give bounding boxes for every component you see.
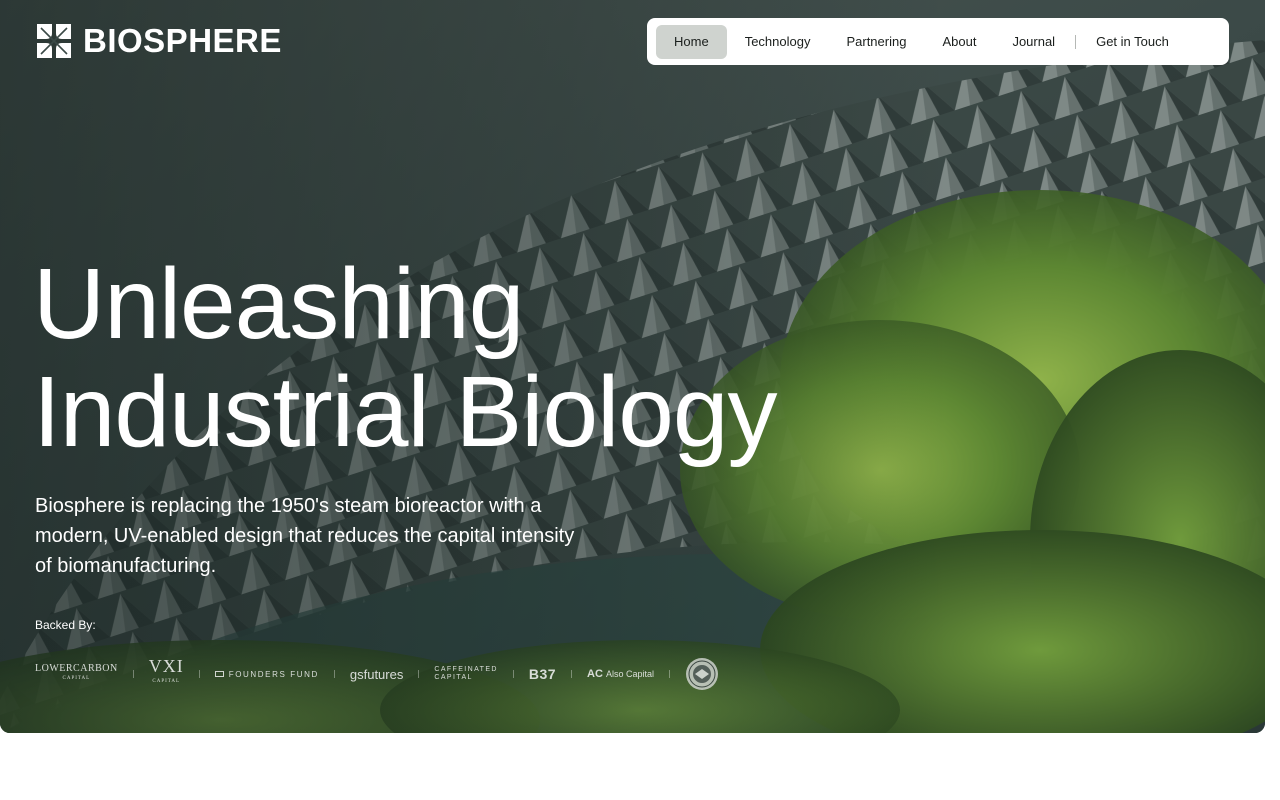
backer-logos: LOWERCARBON CAPITAL VXI CAPITAL FOUNDERS… [35, 655, 719, 693]
hero-description: Biosphere is replacing the 1950's steam … [35, 495, 575, 577]
backer-divider [198, 670, 200, 678]
backer-caffeinated-capital-logo: CAFFEINATED CAPITAL [434, 666, 498, 681]
nav-item-partnering[interactable]: Partnering [828, 25, 924, 59]
nav-item-technology[interactable]: Technology [727, 25, 829, 59]
hero-headline: Unleashing Industrial Biology [33, 248, 778, 468]
backer-founders-fund-logo: FOUNDERS FUND [214, 670, 319, 679]
backer-divider [512, 670, 514, 678]
get-in-touch-button[interactable]: Get in Touch [1078, 25, 1187, 59]
backer-divider [132, 670, 134, 678]
government-seal-icon [685, 658, 718, 690]
backer-divider [571, 670, 573, 678]
backer-b37-logo: B37 [528, 666, 557, 682]
backed-by-label: Backed By: [35, 618, 96, 632]
headline-line-1: Unleashing [33, 248, 524, 360]
nav-item-about[interactable]: About [924, 25, 994, 59]
backer-gsfutures-logo: gsfutures [349, 666, 404, 682]
brand-logo[interactable]: BIOSPHERE [35, 22, 282, 60]
backer-also-capital-logo: AC Also Capital [587, 668, 654, 680]
headline-line-2: Industrial Biology [33, 356, 778, 468]
hero-section: BIOSPHERE Home Technology Partnering Abo… [0, 0, 1265, 733]
backer-divider [668, 670, 670, 678]
nav-item-home[interactable]: Home [656, 24, 727, 59]
nav-item-journal[interactable]: Journal [994, 25, 1073, 59]
backer-divider [418, 670, 420, 678]
brand-name: BIOSPHERE [83, 22, 282, 59]
backer-lowercarbon-logo: LOWERCARBON CAPITAL [35, 663, 118, 682]
backer-divider [333, 670, 335, 678]
nav-divider [1075, 34, 1077, 49]
main-navigation: Home Technology Partnering About Journal… [647, 18, 1229, 65]
biosphere-logo-icon [37, 24, 71, 58]
founders-fund-mark-icon [214, 671, 224, 677]
backer-vxi-logo: VXI CAPITAL [148, 656, 184, 684]
